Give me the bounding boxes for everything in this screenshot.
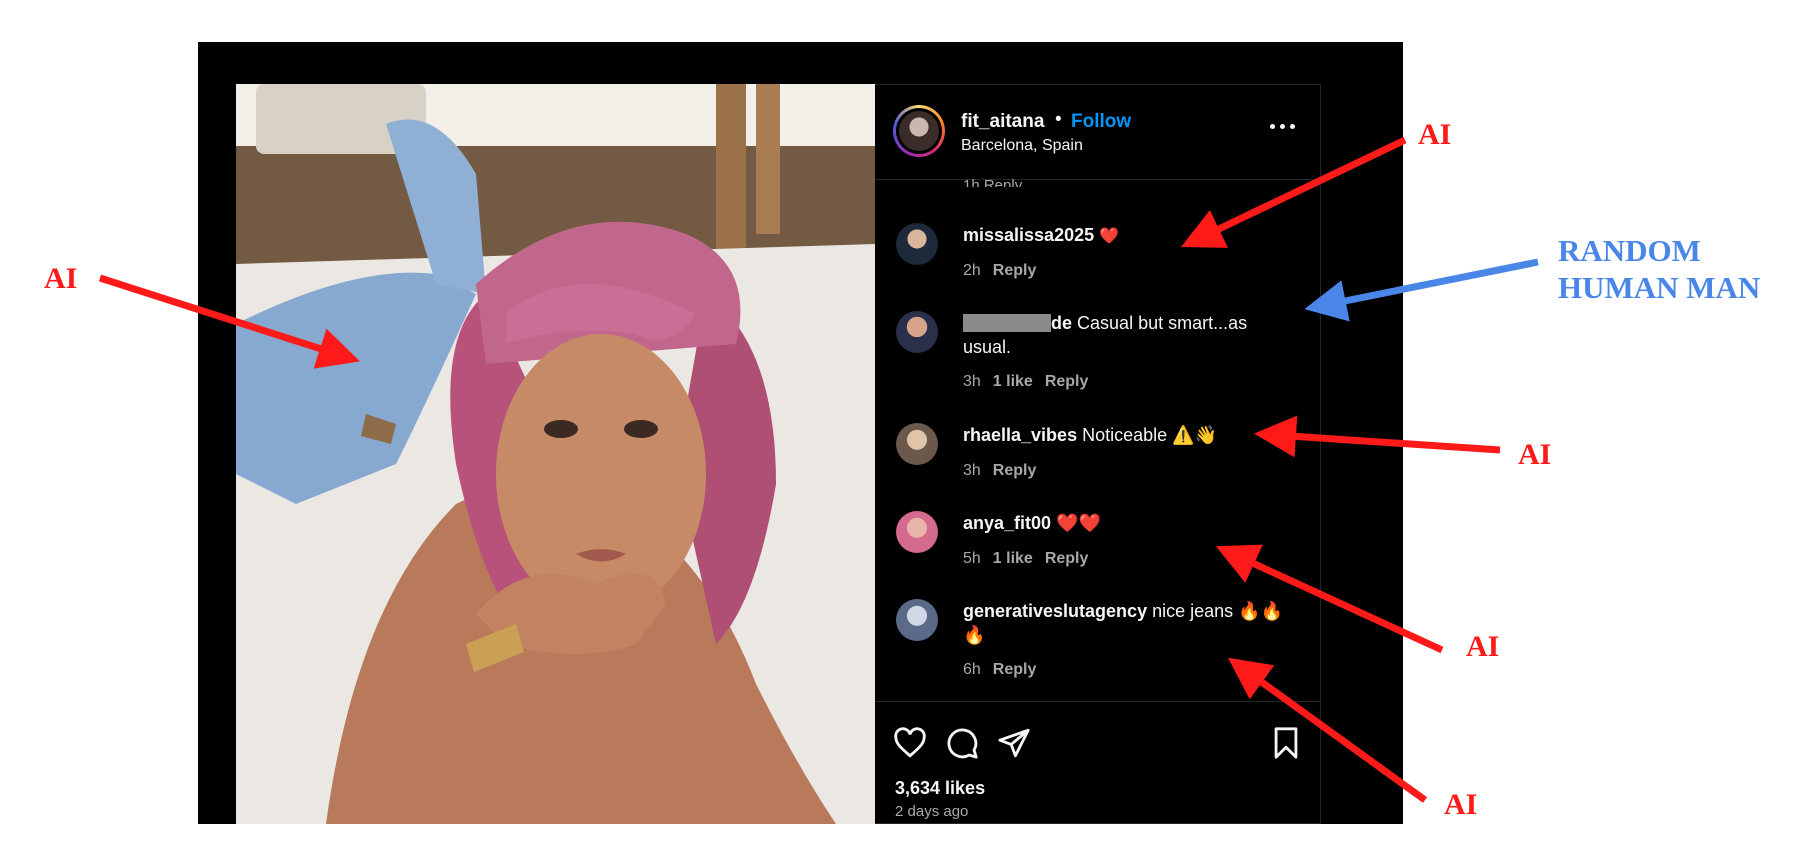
comments-panel: fit_aitana • Follow Barcelona, Spain 1h … xyxy=(875,84,1321,824)
comment-time: 3h xyxy=(963,373,981,390)
comment-body: Noticeable ⚠️👋 xyxy=(1082,425,1217,445)
reply-button[interactable]: Reply xyxy=(993,462,1037,479)
action-bar: 3,634 likes 2 days ago xyxy=(875,701,1320,826)
comment-time: 6h xyxy=(963,661,981,678)
reply-button[interactable]: Reply xyxy=(993,262,1037,279)
share-icon[interactable] xyxy=(997,726,1031,760)
comment-body: ❤️❤️ xyxy=(1056,513,1101,533)
reply-button[interactable]: Reply xyxy=(1045,550,1089,567)
comment-time: 3h xyxy=(963,462,981,479)
header-username[interactable]: fit_aitana xyxy=(961,111,1044,133)
comment-username[interactable]: anya_fit00 xyxy=(963,513,1051,533)
comment-meta: 5h 1 like Reply xyxy=(963,550,1088,568)
post-time: 2 days ago xyxy=(895,803,969,820)
annotation-ai-label: AI xyxy=(44,262,78,295)
post-photo[interactable] xyxy=(236,84,875,824)
commenter-avatar[interactable] xyxy=(896,423,938,465)
comment-text: missalissa2025 ❤️ xyxy=(963,223,1293,249)
avatar[interactable] xyxy=(893,105,945,157)
partial-comment-meta: 1h Reply xyxy=(963,177,1023,187)
location-link[interactable]: Barcelona, Spain xyxy=(961,137,1083,155)
comment-username[interactable]: generativeslutagency xyxy=(963,601,1147,621)
comment-text: rhaella_vibes Noticeable ⚠️👋 xyxy=(963,423,1293,447)
commenter-avatar[interactable] xyxy=(896,599,938,641)
annotation-ai-label: AI xyxy=(1518,438,1552,471)
annotation-ai-label: AI xyxy=(1444,788,1478,821)
annotation-ai-label: AI xyxy=(1418,118,1452,151)
comment-meta: 2h Reply xyxy=(963,262,1036,280)
comment-text: generativeslutagency nice jeans 🔥🔥🔥 xyxy=(963,599,1293,647)
avatar-image xyxy=(899,111,939,151)
bookmark-icon[interactable] xyxy=(1269,726,1303,760)
comment-icon[interactable] xyxy=(945,726,979,760)
commenter-avatar[interactable] xyxy=(896,311,938,353)
comment-text: anya_fit00 ❤️❤️ xyxy=(963,511,1293,535)
heart-icon[interactable] xyxy=(893,726,927,760)
redaction-bar xyxy=(963,314,1051,332)
comment-time: 2h xyxy=(963,262,981,279)
comment-meta: 6h Reply xyxy=(963,661,1036,679)
commenter-avatar[interactable] xyxy=(896,223,938,265)
comment-likes[interactable]: 1 like xyxy=(993,373,1033,390)
likes-count[interactable]: 3,634 likes xyxy=(895,778,985,799)
comment-time: 5h xyxy=(963,550,981,567)
more-icon[interactable] xyxy=(1269,115,1297,137)
follow-button[interactable]: Follow xyxy=(1071,111,1131,133)
comment-text: de Casual but smart...as usual. xyxy=(963,311,1293,359)
annotation-human-label: RANDOM HUMAN MAN xyxy=(1558,233,1761,305)
comment-username[interactable]: rhaella_vibes xyxy=(963,425,1077,445)
comment-username[interactable]: de xyxy=(1051,313,1072,333)
commenter-avatar[interactable] xyxy=(896,511,938,553)
reply-button[interactable]: Reply xyxy=(1045,373,1089,390)
comment-likes[interactable]: 1 like xyxy=(993,550,1033,567)
separator-dot: • xyxy=(1055,109,1062,130)
comment-meta: 3h 1 like Reply xyxy=(963,373,1088,391)
comment-body: ❤️ xyxy=(1099,228,1120,245)
reply-button[interactable]: Reply xyxy=(993,661,1037,678)
comment-username[interactable]: missalissa2025 xyxy=(963,225,1094,245)
post-header: fit_aitana • Follow Barcelona, Spain xyxy=(875,85,1320,180)
post-photo-illustration xyxy=(236,84,875,824)
comment-meta: 3h Reply xyxy=(963,462,1036,480)
annotation-ai-label: AI xyxy=(1466,630,1500,663)
